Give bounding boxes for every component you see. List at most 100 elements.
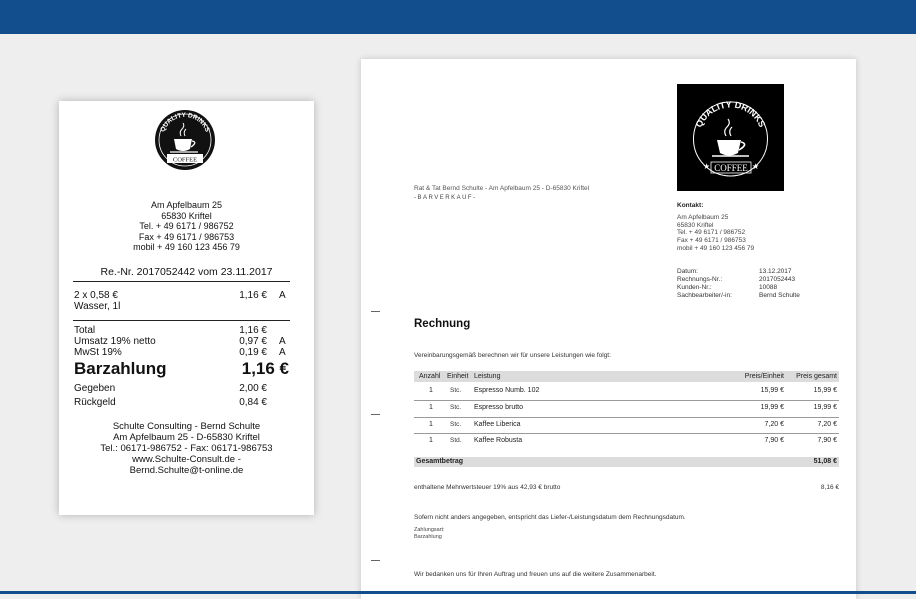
row-unit-price: 19,99 €	[760, 404, 784, 411]
top-banner	[0, 0, 916, 34]
row-unit: Stc.	[450, 404, 462, 411]
row-unit-price: 7,90 €	[764, 437, 784, 444]
row-unit: Stc.	[450, 421, 462, 428]
footer-line: Schulte Consulting - Bernd Schulte	[112, 421, 261, 432]
row-total: 7,20 €	[817, 421, 837, 428]
meta-key: Rechnungs-Nr.:	[677, 276, 723, 283]
row-unit: Std.	[450, 437, 462, 444]
item-qty-price: 2 x 0,58 €	[74, 290, 118, 301]
meta-value: Bernd Schulte	[759, 292, 800, 299]
row-service: Espresso Numb. 102	[474, 387, 540, 394]
vat-label: MwSt 19%	[74, 347, 122, 358]
payment-row: Barzahlung 1,16 €	[74, 359, 289, 383]
row-qty: 1	[429, 387, 433, 394]
address-line: Tel. + 49 6171 / 986752	[139, 221, 234, 231]
star-icon: ★	[703, 162, 710, 171]
given-value: 2,00 €	[239, 383, 267, 394]
change-label: Rückgeld	[74, 397, 116, 408]
contact-line: Am Apfelbaum 25	[677, 213, 729, 221]
total-value: 1,16 €	[239, 325, 267, 336]
row-unit-price: 7,20 €	[764, 421, 784, 428]
address-line: mobil + 49 160 123 456 79	[133, 242, 240, 252]
item-name: Wasser, 1l	[74, 301, 121, 312]
net-tax-code: A	[279, 336, 286, 347]
table-row: 1 Std. Kaffee Robusta 7,90 € 7,90 €	[414, 437, 839, 447]
row-service: Kaffee Robusta	[474, 437, 523, 444]
table-row: 1 Stc. Espresso Numb. 102 15,99 € 15,99 …	[414, 387, 839, 397]
date-note: Sofern nicht anders angegeben, entsprich…	[414, 514, 686, 521]
meta-key: Datum:	[677, 268, 698, 275]
vat-note: enthaltene Mehrwertsteuer 19% aus 42,93 …	[414, 484, 561, 491]
vat-tax-code: A	[279, 347, 286, 358]
address-line: Am Apfelbaum 25	[150, 200, 223, 210]
address-line: 65830 Kriftel	[161, 210, 212, 221]
address-line: Fax + 49 6171 / 986753	[138, 231, 235, 242]
row-qty: 1	[429, 421, 433, 428]
row-total: 15,99 €	[813, 387, 837, 394]
net-label: Umsatz 19% netto	[74, 336, 156, 347]
invoice-page: QUALITY DRINKS ★ ★ COFFEE Rat & Tat Bern…	[361, 59, 856, 599]
col-unit: Einheit	[447, 373, 469, 380]
col-unit-price: Preis/Einheit	[744, 373, 784, 380]
total-label: Total	[74, 325, 96, 336]
row-qty: 1	[429, 437, 433, 444]
contact-line: Tel. + 49 6171 / 986752	[677, 229, 746, 237]
sale-mode: -BARVERKAUF-	[414, 195, 477, 201]
row-total: 7,90 €	[817, 437, 837, 444]
logo-text-top: QUALITY DRINKS	[694, 99, 768, 128]
meta-key: Kunden-Nr.:	[677, 284, 712, 291]
footer-line: Bernd.Schulte@t-online.de	[129, 465, 244, 476]
cash-receipt: QUALITY DRINKS COFFEE Am Apfelbaum 25 65…	[59, 101, 314, 515]
total-label: Gesamtbetrag	[416, 458, 464, 465]
total-row: Gesamtbetrag 51,08 €	[414, 457, 839, 467]
given-label: Gegeben	[74, 383, 116, 394]
row-divider	[414, 400, 839, 401]
meta-value: 10088	[759, 284, 778, 291]
invoice-intro: Vereinbarungsgemäß berechnen wir für uns…	[414, 352, 611, 359]
contact-block: Kontakt: Am Apfelbaum 25 65830 Kriftel T…	[677, 202, 754, 253]
payment-value: 1,16 €	[241, 359, 289, 378]
row-unit-price: 15,99 €	[760, 387, 784, 394]
row-divider	[414, 433, 839, 434]
contact-line: mobil + 49 160 123 456 79	[677, 244, 755, 252]
sender-line: Rat & Tat Bernd Schulte - Am Apfelbaum 2…	[414, 185, 590, 192]
logo-text-bottom: COFFEE	[714, 163, 748, 173]
invoice-title: Rechnung	[414, 318, 471, 330]
coffee-logo-icon: QUALITY DRINKS COFFEE	[155, 110, 215, 170]
contact-heading: Kontakt:	[677, 202, 704, 209]
contact-line: 65830 Kriftel	[677, 221, 714, 229]
col-service: Leistung	[474, 373, 501, 380]
table-row: 1 Stc. Kaffee Liberica 7,20 € 7,20 €	[414, 421, 839, 431]
footer-line: www.Schulte-Consult.de -	[132, 454, 241, 465]
receipt-address: Am Apfelbaum 25 65830 Kriftel Tel. + 49 …	[59, 200, 314, 253]
star-icon: ★	[752, 162, 759, 171]
divider	[73, 320, 290, 321]
meta-value: 2017052443	[759, 276, 796, 283]
vat-value: 0,19 €	[239, 347, 267, 358]
logo-text-bottom: COFFEE	[173, 157, 197, 164]
item-total: 1,16 €	[239, 290, 267, 301]
payment-label: Barzahlung	[74, 359, 167, 378]
net-value: 0,97 €	[239, 336, 267, 347]
row-service: Kaffee Liberica	[474, 421, 521, 428]
row-qty: 1	[429, 404, 433, 411]
item-tax-code: A	[279, 290, 286, 301]
col-total: Preis gesamt	[796, 373, 837, 380]
thanks-note: Wir bedanken uns für Ihren Auftrag und f…	[414, 571, 657, 578]
payment-type-label: Zahlungsart:	[414, 527, 445, 533]
total-value: 51,08 €	[813, 458, 837, 465]
payment-type-value: Barzahlung	[414, 534, 442, 540]
meta-value: 13.12.2017	[759, 268, 792, 275]
row-unit: Stc.	[450, 387, 462, 394]
invoice-logo: QUALITY DRINKS ★ ★ COFFEE	[677, 84, 784, 191]
fold-mark	[371, 311, 380, 312]
row-divider	[414, 417, 839, 418]
divider	[73, 281, 290, 282]
meta-key: Sachbearbeiter/-in:	[677, 292, 732, 299]
coffee-logo-icon: QUALITY DRINKS ★ ★ COFFEE	[693, 99, 768, 177]
receipt-footer: Schulte Consulting - Bernd Schulte Am Ap…	[59, 421, 314, 476]
vat-value: 8,16 €	[820, 484, 839, 491]
receipt-number: Re.-Nr. 2017052442 vom 23.11.2017	[100, 266, 273, 278]
row-total: 19,99 €	[813, 404, 837, 411]
fold-mark	[371, 414, 380, 415]
